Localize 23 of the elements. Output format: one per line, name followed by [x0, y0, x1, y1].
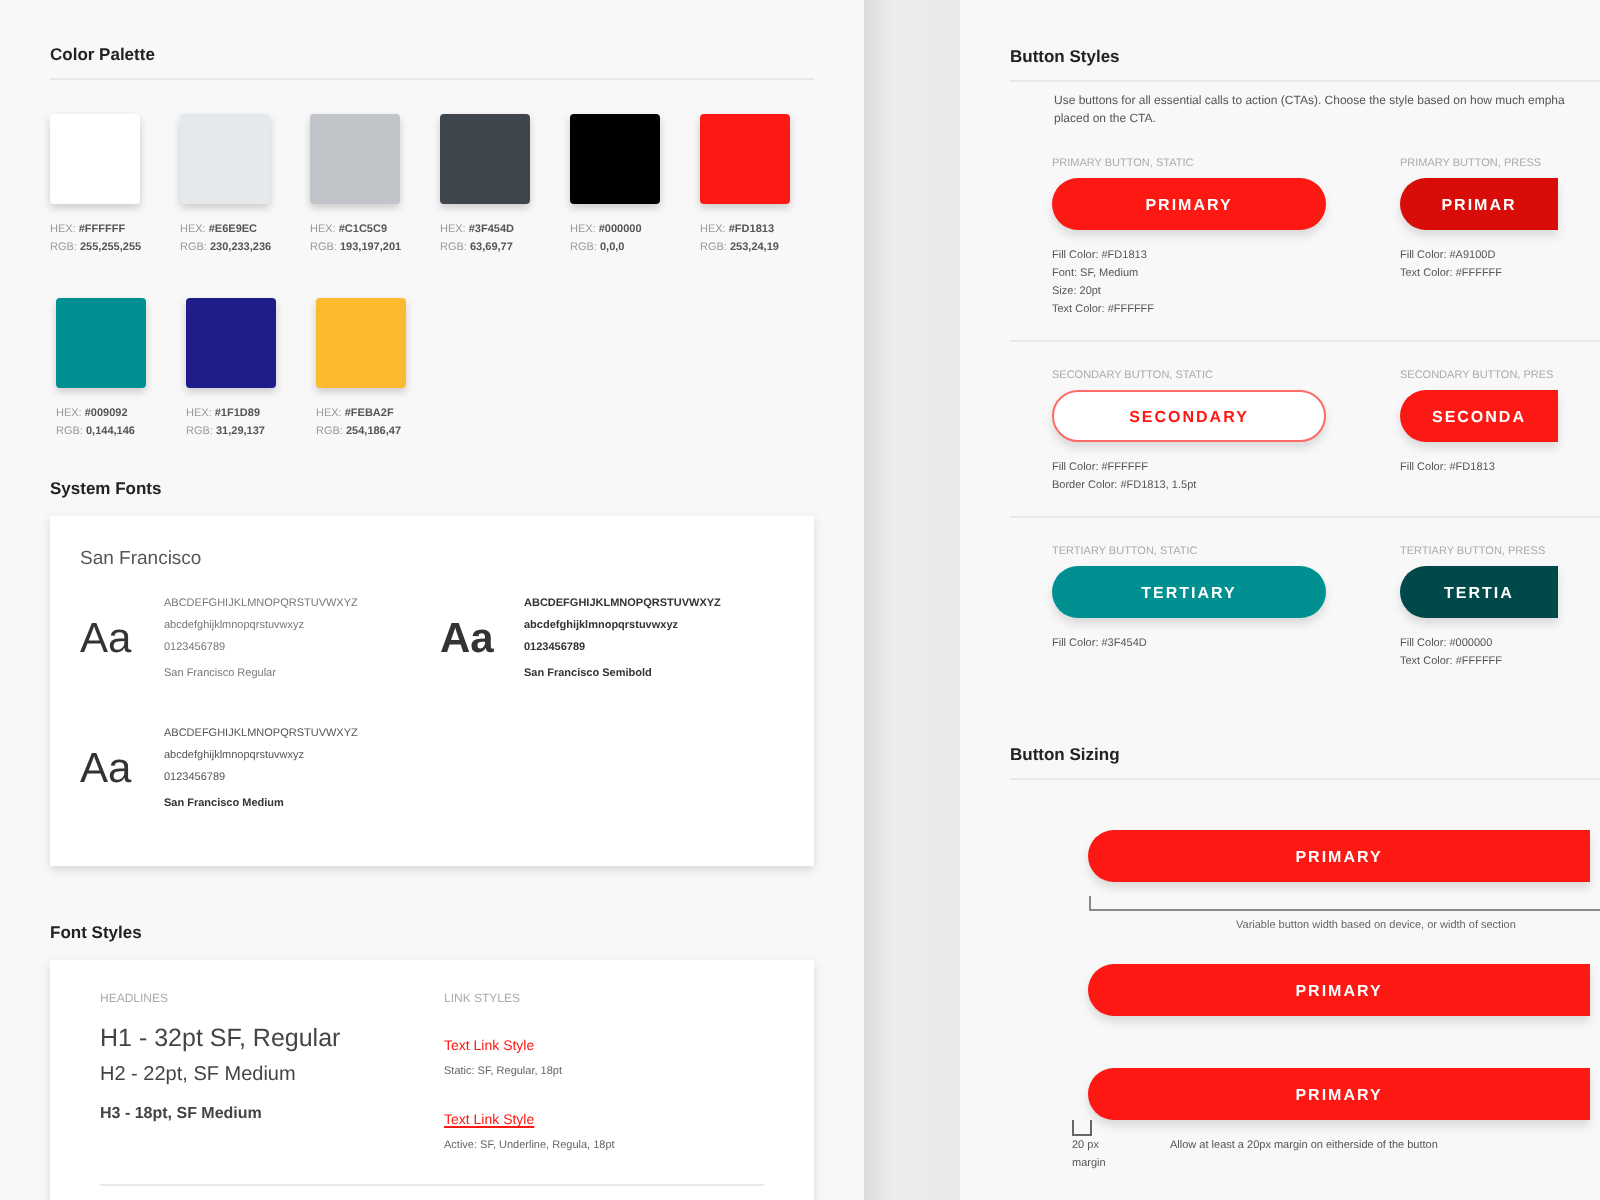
sample-button[interactable]: PRIMAR [1400, 178, 1558, 230]
font-sample: Aa [80, 745, 134, 793]
headline-sample: H1 - 32pt SF, Regular [100, 1024, 343, 1052]
sample-button[interactable]: TERTIA [1400, 566, 1558, 618]
width-bracket-icon [1088, 896, 1600, 912]
section-heading: Font Styles [50, 922, 144, 942]
sample-button[interactable]: PRIMARY [1088, 1068, 1590, 1120]
sample-button[interactable]: SECONDARY [1052, 390, 1326, 442]
font-sample: Aa [80, 615, 134, 663]
sample-button[interactable]: PRIMARY [1088, 964, 1590, 1016]
sample-button[interactable]: PRIMARY [1088, 830, 1590, 882]
headline-sample: H3 - 18pt, SF Medium [100, 1104, 264, 1122]
font-sample: Aa [440, 615, 496, 663]
margin-bracket-icon [1072, 1120, 1092, 1136]
headline-sample: H2 - 22pt, SF Medium [100, 1064, 298, 1086]
section-heading: Color Palette [50, 44, 157, 64]
font-family-name: San Francisco [80, 548, 204, 570]
section-heading: System Fonts [50, 478, 164, 498]
sample-button[interactable]: SECONDA [1400, 390, 1558, 442]
section-heading: Button Sizing [1010, 744, 1122, 764]
section-heading: Button Styles [1010, 46, 1122, 66]
sample-button[interactable]: TERTIARY [1052, 566, 1326, 618]
sample-button[interactable]: PRIMARY [1052, 178, 1326, 230]
